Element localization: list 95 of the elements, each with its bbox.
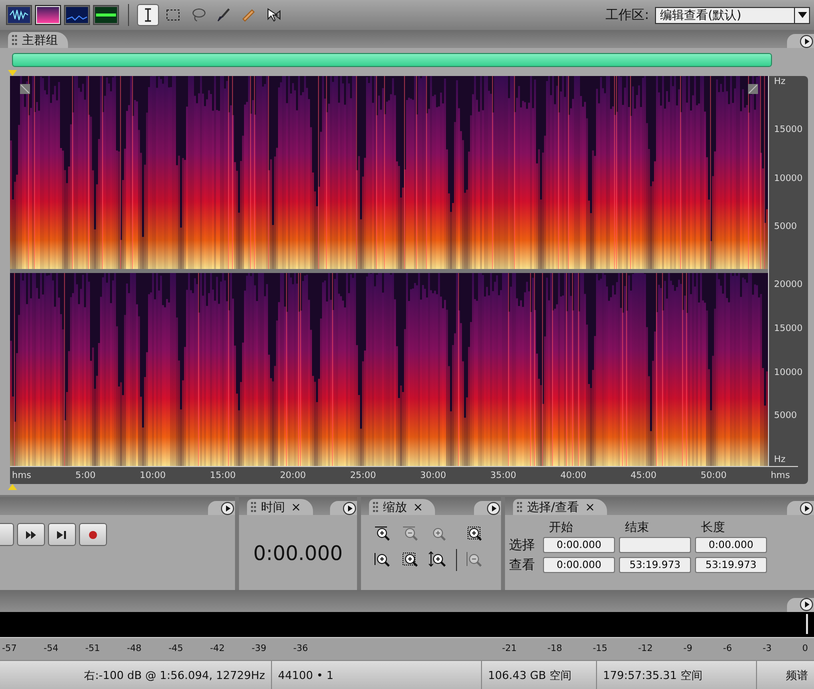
panel-tab[interactable]: 主群组 (8, 32, 68, 48)
playhead-marker-icon[interactable] (8, 70, 17, 76)
brush-icon (215, 7, 231, 23)
magnifier-icon (400, 550, 418, 568)
magnifier-icon (372, 550, 390, 568)
row-label: 查看 (509, 557, 536, 575)
record-icon (86, 528, 100, 540)
column-header: 长度 (700, 519, 726, 535)
axis-label: 40:00 (560, 470, 586, 480)
close-button[interactable]: × (289, 500, 304, 514)
scale-label: -48 (126, 644, 142, 654)
scale-label: -45 (168, 644, 184, 654)
scale-label: -39 (252, 644, 266, 654)
view-button[interactable] (64, 5, 90, 25)
scale-label: -36 (293, 644, 308, 654)
panel-menu-icon[interactable] (487, 502, 500, 514)
panel-menu-icon[interactable] (343, 502, 356, 514)
scale-label: -6 (723, 644, 732, 654)
panel-tab[interactable]: 时间 × (247, 499, 314, 515)
scale-label: -51 (85, 644, 100, 654)
close-button[interactable]: × (411, 500, 426, 514)
time-display: 0:00.000 (253, 540, 343, 564)
time-field[interactable]: 0:00.000 (695, 537, 767, 553)
skip-to-end-icon (55, 528, 69, 540)
workspace-label: 工作区: (606, 7, 649, 24)
grip-icon[interactable] (373, 501, 379, 513)
tool-button[interactable] (137, 4, 159, 26)
status-text: 179:57:35.31 空间 (597, 661, 757, 689)
status-text: 右:-100 dB @ 1:56.094, 12729Hz (0, 661, 272, 689)
axis-label: 10:00 (140, 470, 166, 480)
scale-label: -18 (547, 644, 562, 654)
dashed-rectangle-icon (165, 7, 181, 23)
axis-label: 35:00 (490, 470, 516, 480)
magnifier-icon (464, 550, 482, 568)
axis-label: hms (770, 470, 790, 480)
fast-forward-icon (24, 528, 38, 540)
scale-label: -12 (638, 644, 653, 654)
axis-label: 25:00 (350, 470, 376, 480)
time-field[interactable]: 0:00.000 (543, 537, 615, 553)
axis-label: 5000 (774, 220, 798, 233)
close-button[interactable]: × (583, 500, 598, 514)
column-header: 结束 (624, 519, 650, 535)
transport-button[interactable] (17, 523, 45, 546)
grip-icon[interactable] (251, 501, 257, 513)
corner-handle-icon[interactable] (748, 84, 758, 94)
time-field[interactable]: 0:00.000 (543, 557, 615, 573)
view-button[interactable] (6, 5, 32, 25)
view-button[interactable] (93, 5, 119, 25)
status-text: 44100 • 1 (272, 661, 482, 689)
scale-label: -54 (44, 644, 58, 654)
axis-label: 5:00 (75, 470, 96, 480)
scale-label: -9 (683, 644, 692, 654)
panel-tab[interactable]: 选择/查看 × (513, 499, 608, 515)
overview-bar[interactable] (12, 53, 772, 67)
panel-menu-icon[interactable] (800, 598, 813, 612)
axis-label: 5000 (774, 410, 798, 422)
axis-label: 15:00 (210, 470, 236, 480)
axis-label: 45:00 (630, 470, 656, 480)
magnifier-icon (400, 524, 418, 542)
magnifier-icon (428, 550, 446, 568)
workspace-dropdown[interactable]: 编辑查看(默认) (655, 6, 810, 24)
axis-label: hms (12, 470, 32, 480)
row-label: 选择 (509, 537, 536, 555)
scale-label: -21 (502, 644, 517, 654)
bandage-icon (240, 7, 256, 23)
view-button[interactable] (35, 5, 61, 25)
panel-menu-icon[interactable] (221, 502, 234, 514)
pointer-icon (265, 7, 281, 23)
time-field[interactable]: 53:19.973 (619, 557, 691, 573)
scale-label: -15 (592, 644, 608, 654)
panel-menu-icon[interactable] (800, 34, 813, 48)
magnifier-icon (372, 524, 390, 542)
scale-label: -57 (2, 644, 17, 654)
grip-icon[interactable] (12, 34, 18, 46)
marker-icon[interactable] (8, 484, 17, 490)
scale-label: 0 (802, 644, 808, 654)
lasso-icon (190, 7, 206, 23)
axis-label: Hz (774, 454, 786, 466)
scale-label: -3 (762, 644, 772, 654)
time-field[interactable]: 53:19.973 (695, 557, 767, 573)
status-text: 频谱 (785, 668, 809, 684)
panel-menu-icon[interactable] (800, 502, 813, 514)
time-field[interactable] (619, 537, 691, 553)
axis-label: Hz (774, 76, 786, 88)
axis-label: 30:00 (420, 470, 446, 480)
caret-icon (798, 12, 806, 18)
corner-handle-icon[interactable] (20, 84, 30, 94)
column-header: 开始 (548, 519, 574, 535)
axis-label: 50:00 (700, 470, 727, 480)
panel-tab[interactable]: 缩放 × (369, 499, 436, 515)
transport-button[interactable] (48, 523, 76, 546)
status-text: 106.43 GB 空间 (482, 661, 597, 689)
scale-label: -42 (210, 644, 225, 654)
axis-label: 20:00 (280, 470, 306, 480)
grip-icon[interactable] (517, 501, 523, 513)
